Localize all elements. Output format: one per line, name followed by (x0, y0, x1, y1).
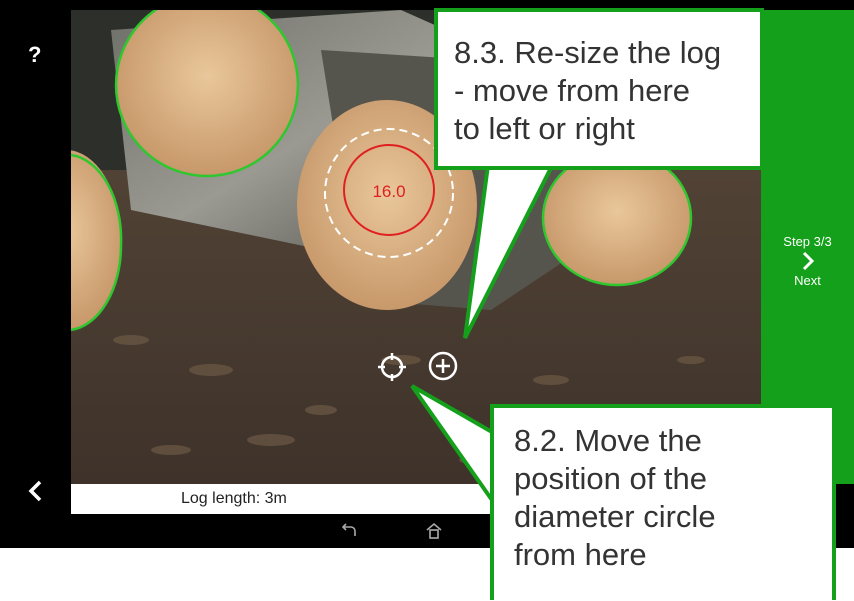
callout-resize-pointer (463, 148, 564, 339)
callout-move-line1: 8.2. Move the (514, 423, 702, 458)
callout-move-pointer (410, 384, 494, 507)
callout-resize: 8.3. Re-size the log - move from here to… (434, 8, 764, 170)
callout-move: 8.2. Move the position of the diameter c… (490, 404, 836, 600)
callout-move-line2: position of the (514, 461, 708, 496)
callout-resize-line1: 8.3. Re-size the log (454, 35, 722, 70)
callout-resize-line3: to left or right (454, 111, 635, 146)
callout-move-line3: diameter circle (514, 499, 716, 534)
callout-resize-line2: - move from here (454, 73, 691, 108)
callout-move-line4: from here (514, 537, 647, 572)
